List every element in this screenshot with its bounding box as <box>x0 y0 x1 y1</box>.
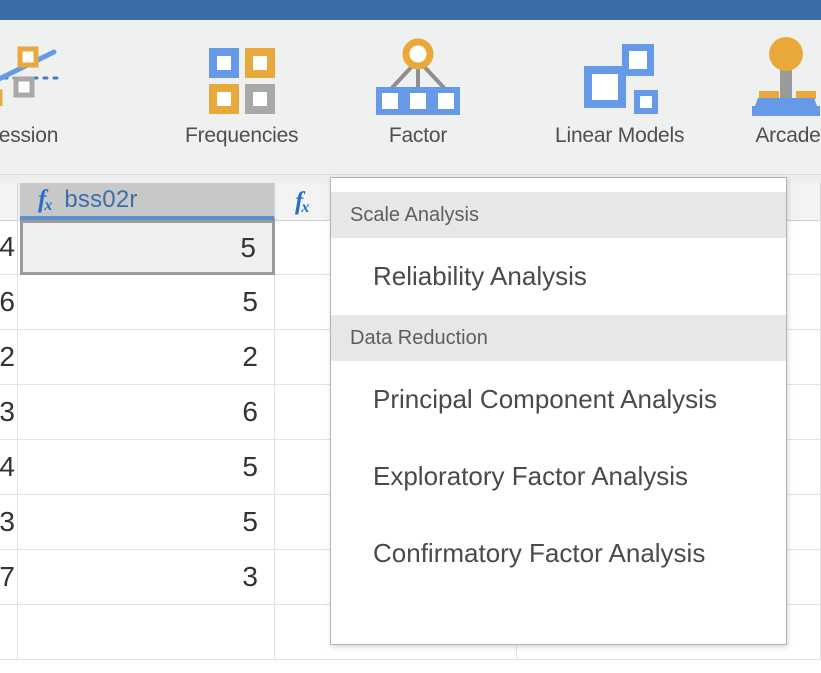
ribbon-label-arcade: Arcade <box>755 124 821 147</box>
menu-section-header-data-reduction: Data Reduction <box>331 315 786 361</box>
prev-column-cell[interactable]: 4 <box>0 440 18 494</box>
ribbon-label-linear-models: Linear Models <box>555 124 685 147</box>
column-name-label: bss02r <box>64 185 138 213</box>
prev-column-cell[interactable]: 2 <box>0 330 18 384</box>
ribbon-label-frequencies: Frequencies <box>185 124 299 147</box>
menu-item-confirmatory-factor-analysis[interactable]: Confirmatory Factor Analysis <box>331 515 786 592</box>
menu-item-exploratory-factor-analysis[interactable]: Exploratory Factor Analysis <box>331 438 786 515</box>
prev-column-cell[interactable] <box>0 605 18 659</box>
prev-column-cell[interactable]: 6 <box>0 275 18 329</box>
prev-column-cell[interactable]: 7 <box>0 550 18 604</box>
ribbon-item-regression[interactable]: Regression <box>0 32 60 172</box>
arcade-joystick-icon <box>740 32 821 122</box>
column-header-bss02r[interactable]: fx bss02r <box>20 183 275 220</box>
prev-column-cell[interactable]: 3 <box>0 495 18 549</box>
menu-item-principal-component-analysis[interactable]: Principal Component Analysis <box>331 361 786 438</box>
analyses-ribbon: Regression Frequencies Factor <box>0 20 821 175</box>
menu-section-header-scale-analysis: Scale Analysis <box>331 192 786 238</box>
ribbon-label-factor: Factor <box>388 124 448 147</box>
window-title-bar <box>0 0 821 20</box>
prev-column-cell[interactable]: 4 <box>0 220 18 274</box>
factor-tree-icon <box>370 32 466 122</box>
column-header-prev[interactable] <box>0 183 18 220</box>
regression-scatter-icon <box>0 32 60 122</box>
table-cell[interactable]: 5 <box>20 495 275 549</box>
table-cell[interactable] <box>20 605 275 659</box>
prev-column-cell[interactable]: 3 <box>0 385 18 439</box>
ribbon-item-arcade[interactable]: Arcade <box>740 32 821 172</box>
menu-top-gap <box>331 178 786 192</box>
selected-cell[interactable]: 5 <box>20 220 275 275</box>
frequencies-grid-icon <box>194 32 290 122</box>
fx-icon: fx <box>295 188 310 216</box>
menu-item-reliability-analysis[interactable]: Reliability Analysis <box>331 238 786 315</box>
table-cell[interactable]: 5 <box>20 275 275 329</box>
ribbon-item-linear-models[interactable]: Linear Models <box>555 32 685 172</box>
linear-models-squares-icon <box>572 32 668 122</box>
ribbon-label-regression: Regression <box>0 124 59 147</box>
ribbon-item-factor[interactable]: Factor <box>370 32 466 172</box>
table-cell[interactable]: 3 <box>20 550 275 604</box>
fx-icon: fx <box>38 186 53 214</box>
table-cell[interactable]: 5 <box>20 440 275 494</box>
factor-analyses-dropdown-menu[interactable]: Scale Analysis Reliability Analysis Data… <box>330 177 787 645</box>
ribbon-item-frequencies[interactable]: Frequencies <box>185 32 299 172</box>
table-cell[interactable]: 6 <box>20 385 275 439</box>
table-cell[interactable]: 2 <box>20 330 275 384</box>
